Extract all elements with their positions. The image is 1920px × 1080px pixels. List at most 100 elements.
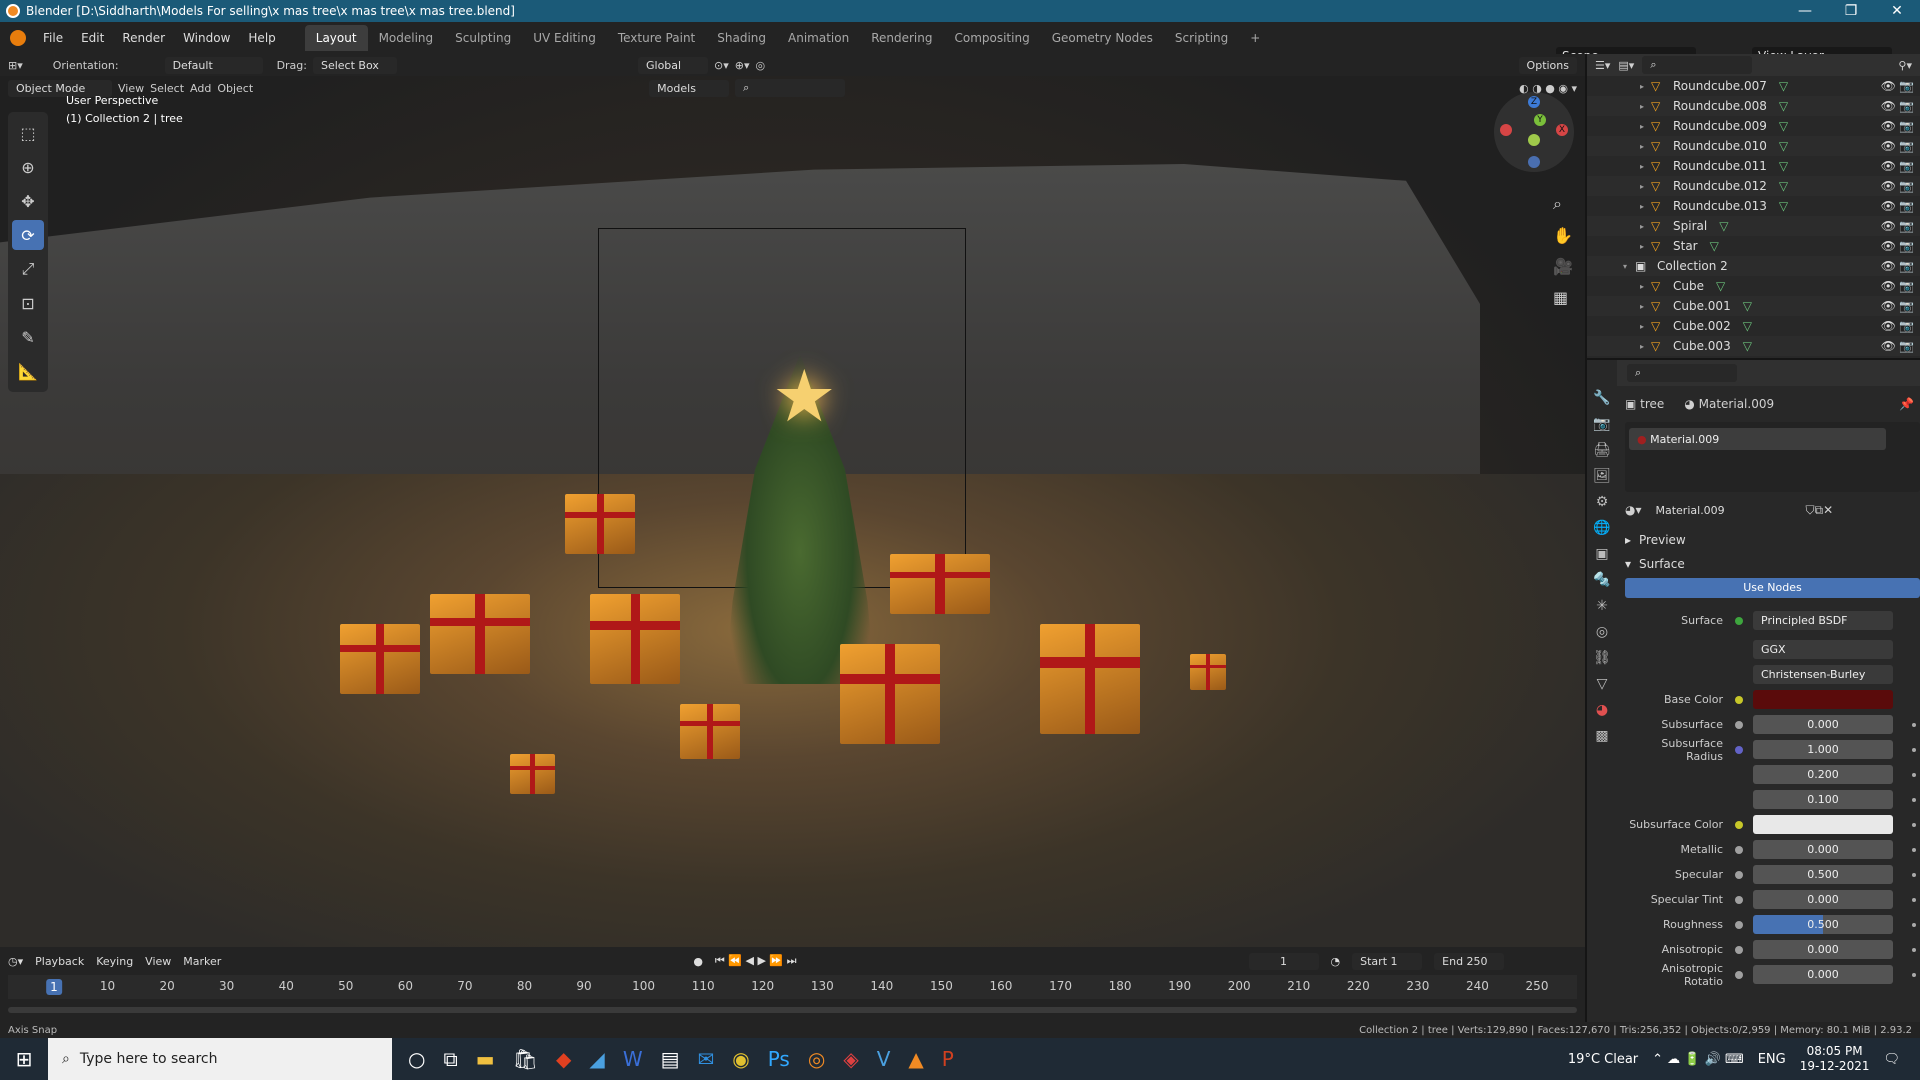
playback-controls[interactable]: ⏮ ⏪ ◀ ▶ ⏩ ⏭ [715, 954, 797, 968]
data-tab-icon[interactable]: ▽ [1597, 676, 1608, 692]
view-layer-tab-icon[interactable]: 🖼 [1593, 468, 1611, 484]
filter-icon[interactable]: ⚲▾ [1898, 59, 1912, 72]
menu-render[interactable]: Render [113, 31, 174, 45]
expand-arrow-icon[interactable]: ▸ [1640, 162, 1644, 171]
drag-dropdown[interactable]: Select Box [312, 56, 397, 74]
visibility-eye-icon[interactable]: 👁 [1881, 319, 1896, 333]
property-value-field[interactable]: 0.000 [1753, 940, 1893, 959]
constraints-tab-icon[interactable]: ⛓ [1593, 650, 1611, 666]
visibility-eye-icon[interactable]: 👁 [1881, 159, 1896, 173]
keying-menu[interactable]: Keying [96, 955, 133, 968]
snap-icon[interactable]: ⊕▾ [735, 59, 750, 72]
timeline-editor-icon[interactable]: ◷▾ [8, 955, 23, 968]
render-camera-icon[interactable]: 📷 [1899, 79, 1914, 93]
property-value-field[interactable]: 0.000 [1753, 715, 1893, 734]
tab-rendering[interactable]: Rendering [860, 25, 943, 51]
outliner-item[interactable]: ▸ ▽ Roundcube.012 ▽ 👁 📷 [1587, 176, 1920, 196]
start-frame-field[interactable]: Start 1 [1352, 952, 1423, 970]
property-value-field[interactable]: 0.000 [1753, 965, 1893, 984]
animate-property-icon[interactable] [1912, 897, 1916, 902]
tab-uv-editing[interactable]: UV Editing [522, 25, 607, 51]
language-indicator[interactable]: ENG [1758, 1052, 1786, 1067]
timeline-scrollbar[interactable] [8, 1007, 1577, 1013]
outliner-item[interactable]: ▸ ▽ Roundcube.007 ▽ 👁 📷 [1587, 76, 1920, 96]
neg-z-axis-handle[interactable] [1528, 156, 1540, 168]
select-box-tool-icon[interactable]: ⬚ [12, 118, 44, 148]
store-icon[interactable]: 🛍 [513, 1047, 538, 1071]
playback-menu[interactable]: Playback [35, 955, 84, 968]
outliner-editor-icon[interactable]: ☰▾ [1595, 59, 1610, 72]
visibility-eye-icon[interactable]: 👁 [1881, 99, 1896, 113]
mesh-data-icon[interactable]: ▽ [1779, 159, 1788, 173]
visibility-eye-icon[interactable]: 👁 [1881, 199, 1896, 213]
visibility-eye-icon[interactable]: 👁 [1881, 299, 1896, 313]
surface-panel[interactable]: ▾ Surface [1625, 552, 1920, 576]
marker-menu[interactable]: Marker [183, 955, 221, 968]
clock[interactable]: 08:05 PM 19-12-2021 [1800, 1044, 1870, 1074]
visibility-eye-icon[interactable]: 👁 [1881, 139, 1896, 153]
expand-arrow-icon[interactable]: ▸ [1640, 282, 1644, 291]
mesh-data-icon[interactable]: ▽ [1779, 139, 1788, 153]
proportional-edit-icon[interactable]: ◎ [755, 59, 765, 72]
weather-text[interactable]: 19°C Clear [1568, 1052, 1638, 1067]
render-camera-icon[interactable]: 📷 [1899, 179, 1914, 193]
camera-view-icon[interactable]: 🎥 [1553, 257, 1573, 276]
editor-type-icon[interactable]: ⊞▾ [8, 59, 23, 72]
outliner-item[interactable]: ▸ ▽ Cube.002 ▽ 👁 📷 [1587, 316, 1920, 336]
outliner-item[interactable]: ▸ ▽ Star ▽ 👁 📷 [1587, 236, 1920, 256]
scene-tab-icon[interactable]: ⚙ [1596, 494, 1609, 510]
surface-shader-field[interactable]: Principled BSDF [1753, 611, 1893, 630]
visibility-eye-icon[interactable]: 👁 [1881, 79, 1896, 93]
frame-ruler[interactable]: 1 10 20 30 40 50 60 70 80 90 100 110 120 130 140 150 160… [8, 975, 1577, 999]
expand-arrow-icon[interactable]: ▸ [1640, 322, 1644, 331]
material-tab-icon[interactable]: ◕ [1596, 702, 1608, 718]
render-camera-icon[interactable]: 📷 [1899, 159, 1914, 173]
mesh-data-icon[interactable]: ▽ [1743, 339, 1752, 353]
material-name-field[interactable]: Material.009 [1647, 501, 1798, 519]
mesh-data-icon[interactable]: ▽ [1743, 299, 1752, 313]
file-explorer-icon[interactable]: ▬ [476, 1047, 495, 1071]
render-camera-icon[interactable]: 📷 [1899, 319, 1914, 333]
timeline-view-menu[interactable]: View [145, 955, 171, 968]
menu-file[interactable]: File [34, 31, 72, 45]
visibility-eye-icon[interactable]: 👁 [1881, 119, 1896, 133]
chrome-icon[interactable]: ◉ [732, 1047, 749, 1071]
menu-help[interactable]: Help [239, 31, 284, 45]
office-icon[interactable]: ◆ [556, 1047, 571, 1071]
material-slot[interactable]: ● Material.009 [1629, 428, 1886, 450]
outliner-item[interactable]: ▸ ▽ Roundcube.008 ▽ 👁 📷 [1587, 96, 1920, 116]
powerpoint-icon[interactable]: P [942, 1047, 954, 1071]
pivot-icon[interactable]: ⊙▾ [714, 59, 729, 72]
outliner-item[interactable]: ▸ ▽ Roundcube.010 ▽ 👁 📷 [1587, 136, 1920, 156]
material-browse-icon[interactable]: ◕▾ [1625, 503, 1642, 517]
outliner-item[interactable]: ▸ ▽ Roundcube.013 ▽ 👁 📷 [1587, 196, 1920, 216]
property-value-field[interactable]: 0.500 [1753, 915, 1893, 934]
outliner-search-icon[interactable]: ⌕ [1642, 56, 1753, 74]
expand-arrow-icon[interactable]: ▸ [1640, 222, 1644, 231]
render-camera-icon[interactable]: 📷 [1899, 99, 1914, 113]
y-axis-handle[interactable]: Y [1534, 114, 1546, 126]
animate-property-icon[interactable] [1912, 797, 1916, 802]
navigation-gizmo[interactable]: Z X Y [1494, 92, 1574, 172]
menu-window[interactable]: Window [174, 31, 239, 45]
tool-tab-icon[interactable]: 🔧 [1593, 390, 1610, 406]
mesh-data-icon[interactable]: ▽ [1716, 279, 1725, 293]
add-workspace-button[interactable]: + [1239, 25, 1271, 51]
expand-arrow-icon[interactable]: ▸ [1640, 102, 1644, 111]
animate-property-icon[interactable] [1912, 822, 1916, 827]
property-value-field[interactable]: 0.000 [1753, 890, 1893, 909]
visibility-eye-icon[interactable]: 👁 [1881, 239, 1896, 253]
animate-property-icon[interactable] [1912, 947, 1916, 952]
tab-modeling[interactable]: Modeling [368, 25, 445, 51]
z-axis-handle[interactable]: Z [1528, 96, 1540, 108]
use-nodes-button[interactable]: Use Nodes [1625, 578, 1920, 598]
distribution-dropdown[interactable]: GGX [1753, 640, 1893, 659]
3d-viewport[interactable]: ★ ⊞▾ Orientation: Default Drag: Select B… [0, 54, 1585, 947]
transform-orientation-dropdown[interactable]: Global [637, 56, 708, 74]
particles-tab-icon[interactable]: ✳ [1596, 598, 1608, 614]
options-dropdown[interactable]: Options [1518, 56, 1577, 74]
outliner-item[interactable]: ▸ ▽ Cube.001 ▽ 👁 📷 [1587, 296, 1920, 316]
render-camera-icon[interactable]: 📷 [1899, 119, 1914, 133]
animate-property-icon[interactable] [1912, 922, 1916, 927]
pin-icon[interactable]: 📌 [1899, 397, 1914, 411]
